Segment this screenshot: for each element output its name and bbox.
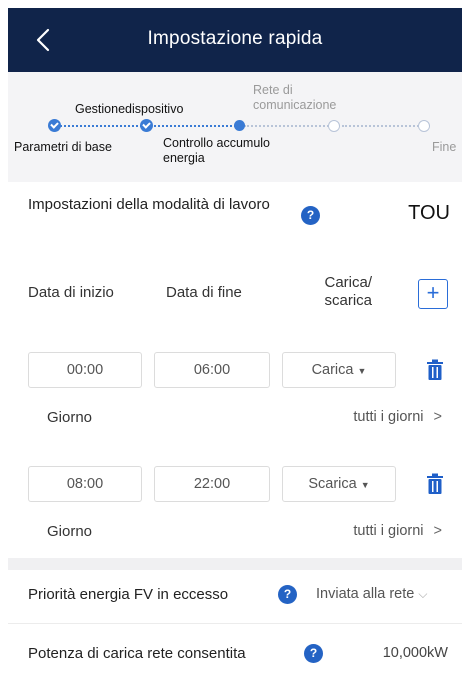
day-label: Giorno xyxy=(47,523,93,540)
pv-priority-select[interactable]: Inviata alla rete ⌵ xyxy=(316,586,427,602)
step-done-dot xyxy=(140,119,153,132)
end-time-field[interactable]: 22:00 xyxy=(154,466,270,502)
day-selector[interactable]: tutti i giorni > xyxy=(353,523,442,539)
dropdown-caret-icon: ▼ xyxy=(360,480,370,490)
step-label-energy-storage: Controllo accumulo energia xyxy=(163,136,270,165)
step-pending-dot xyxy=(328,120,340,132)
dropdown-caret-icon: ▼ xyxy=(357,366,367,376)
work-mode-value[interactable]: TOU xyxy=(408,202,450,225)
charge-discharge-header: Carica/ scarica xyxy=(324,274,372,309)
charge-type-select[interactable]: Carica ▼ xyxy=(282,352,396,388)
grid-charge-power-label: Potenza di carica rete consentita xyxy=(28,645,246,662)
add-period-button[interactable]: + xyxy=(418,279,448,309)
start-date-header: Data di inizio xyxy=(28,284,114,301)
trash-icon[interactable] xyxy=(426,359,444,381)
start-time-field[interactable]: 00:00 xyxy=(28,352,142,388)
page-title: Impostazione rapida xyxy=(147,28,323,49)
app-header: Impostazione rapida xyxy=(8,8,462,72)
step-current-dot xyxy=(234,120,245,131)
step-connector xyxy=(56,125,146,127)
grid-charge-power-value[interactable]: 10,000kW xyxy=(383,645,448,661)
end-time-field[interactable]: 06:00 xyxy=(154,352,270,388)
end-date-header: Data di fine xyxy=(166,284,242,301)
step-connector xyxy=(244,125,336,127)
chevron-down-icon: ⌵ xyxy=(418,587,428,601)
step-label-device-management: Gestionedispositivo xyxy=(75,102,184,116)
step-label-basic-parameters: Parametri di base xyxy=(14,140,112,154)
help-icon[interactable]: ? xyxy=(278,585,297,604)
day-selector[interactable]: tutti i giorni > xyxy=(353,409,442,425)
trash-icon[interactable] xyxy=(426,473,444,495)
chevron-right-icon: > xyxy=(433,523,442,539)
charge-type-select[interactable]: Scarica ▼ xyxy=(282,466,396,502)
work-mode-row[interactable]: Impostazioni della modalità di lavoro ? … xyxy=(8,186,462,242)
row-divider xyxy=(8,623,462,624)
step-done-dot xyxy=(48,119,61,132)
chevron-right-icon: > xyxy=(433,409,442,425)
step-connector xyxy=(342,125,422,127)
section-divider xyxy=(8,558,462,570)
pv-priority-label: Priorità energia FV in eccesso xyxy=(28,586,229,603)
step-pending-dot xyxy=(418,120,430,132)
step-label-finish: Fine xyxy=(432,140,457,154)
step-label-communication-network: Rete di comunicazione xyxy=(253,83,337,112)
day-label: Giorno xyxy=(47,409,93,426)
help-icon[interactable]: ? xyxy=(304,644,323,663)
work-mode-label: Impostazioni della modalità di lavoro xyxy=(28,196,270,213)
step-connector xyxy=(154,125,240,127)
progress-stepper: Gestionedispositivo Rete di comunicazion… xyxy=(8,72,462,182)
help-icon[interactable]: ? xyxy=(301,206,320,225)
start-time-field[interactable]: 08:00 xyxy=(28,466,142,502)
